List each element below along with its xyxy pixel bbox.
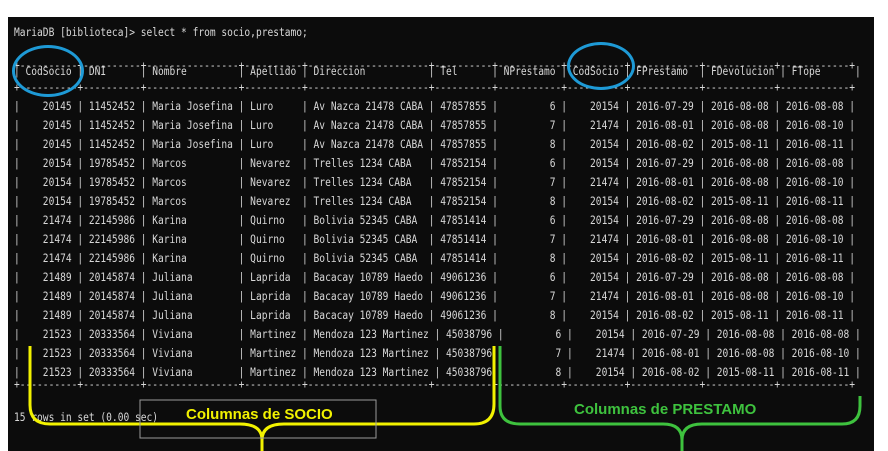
prestamo-bracket [498,346,862,451]
prestamo-columns-label: Columnas de PRESTAMO [574,401,757,418]
annotation-brackets [28,346,862,451]
socio-columns-label: Columnas de SOCIO [186,406,333,423]
screenshot: MariaDB [biblioteca]> select * from soci… [0,0,888,451]
socio-bracket [28,346,496,451]
